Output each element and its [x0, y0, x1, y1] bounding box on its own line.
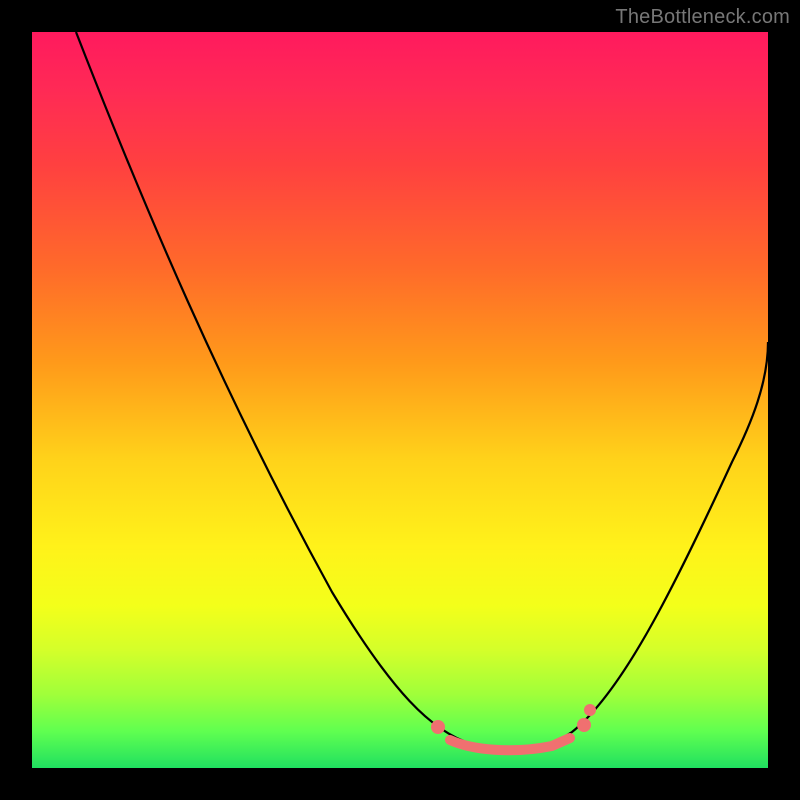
plot-area	[32, 32, 768, 768]
chart-frame: TheBottleneck.com	[0, 0, 800, 800]
bottleneck-curve-line	[76, 32, 768, 749]
bottleneck-curve-svg	[32, 32, 768, 768]
optimal-range-right-dot	[577, 718, 591, 732]
watermark-text: TheBottleneck.com	[615, 6, 790, 29]
optimal-range-right-dot-upper	[584, 704, 596, 716]
optimal-range-segment	[450, 738, 570, 750]
optimal-range-left-dot	[431, 720, 445, 734]
